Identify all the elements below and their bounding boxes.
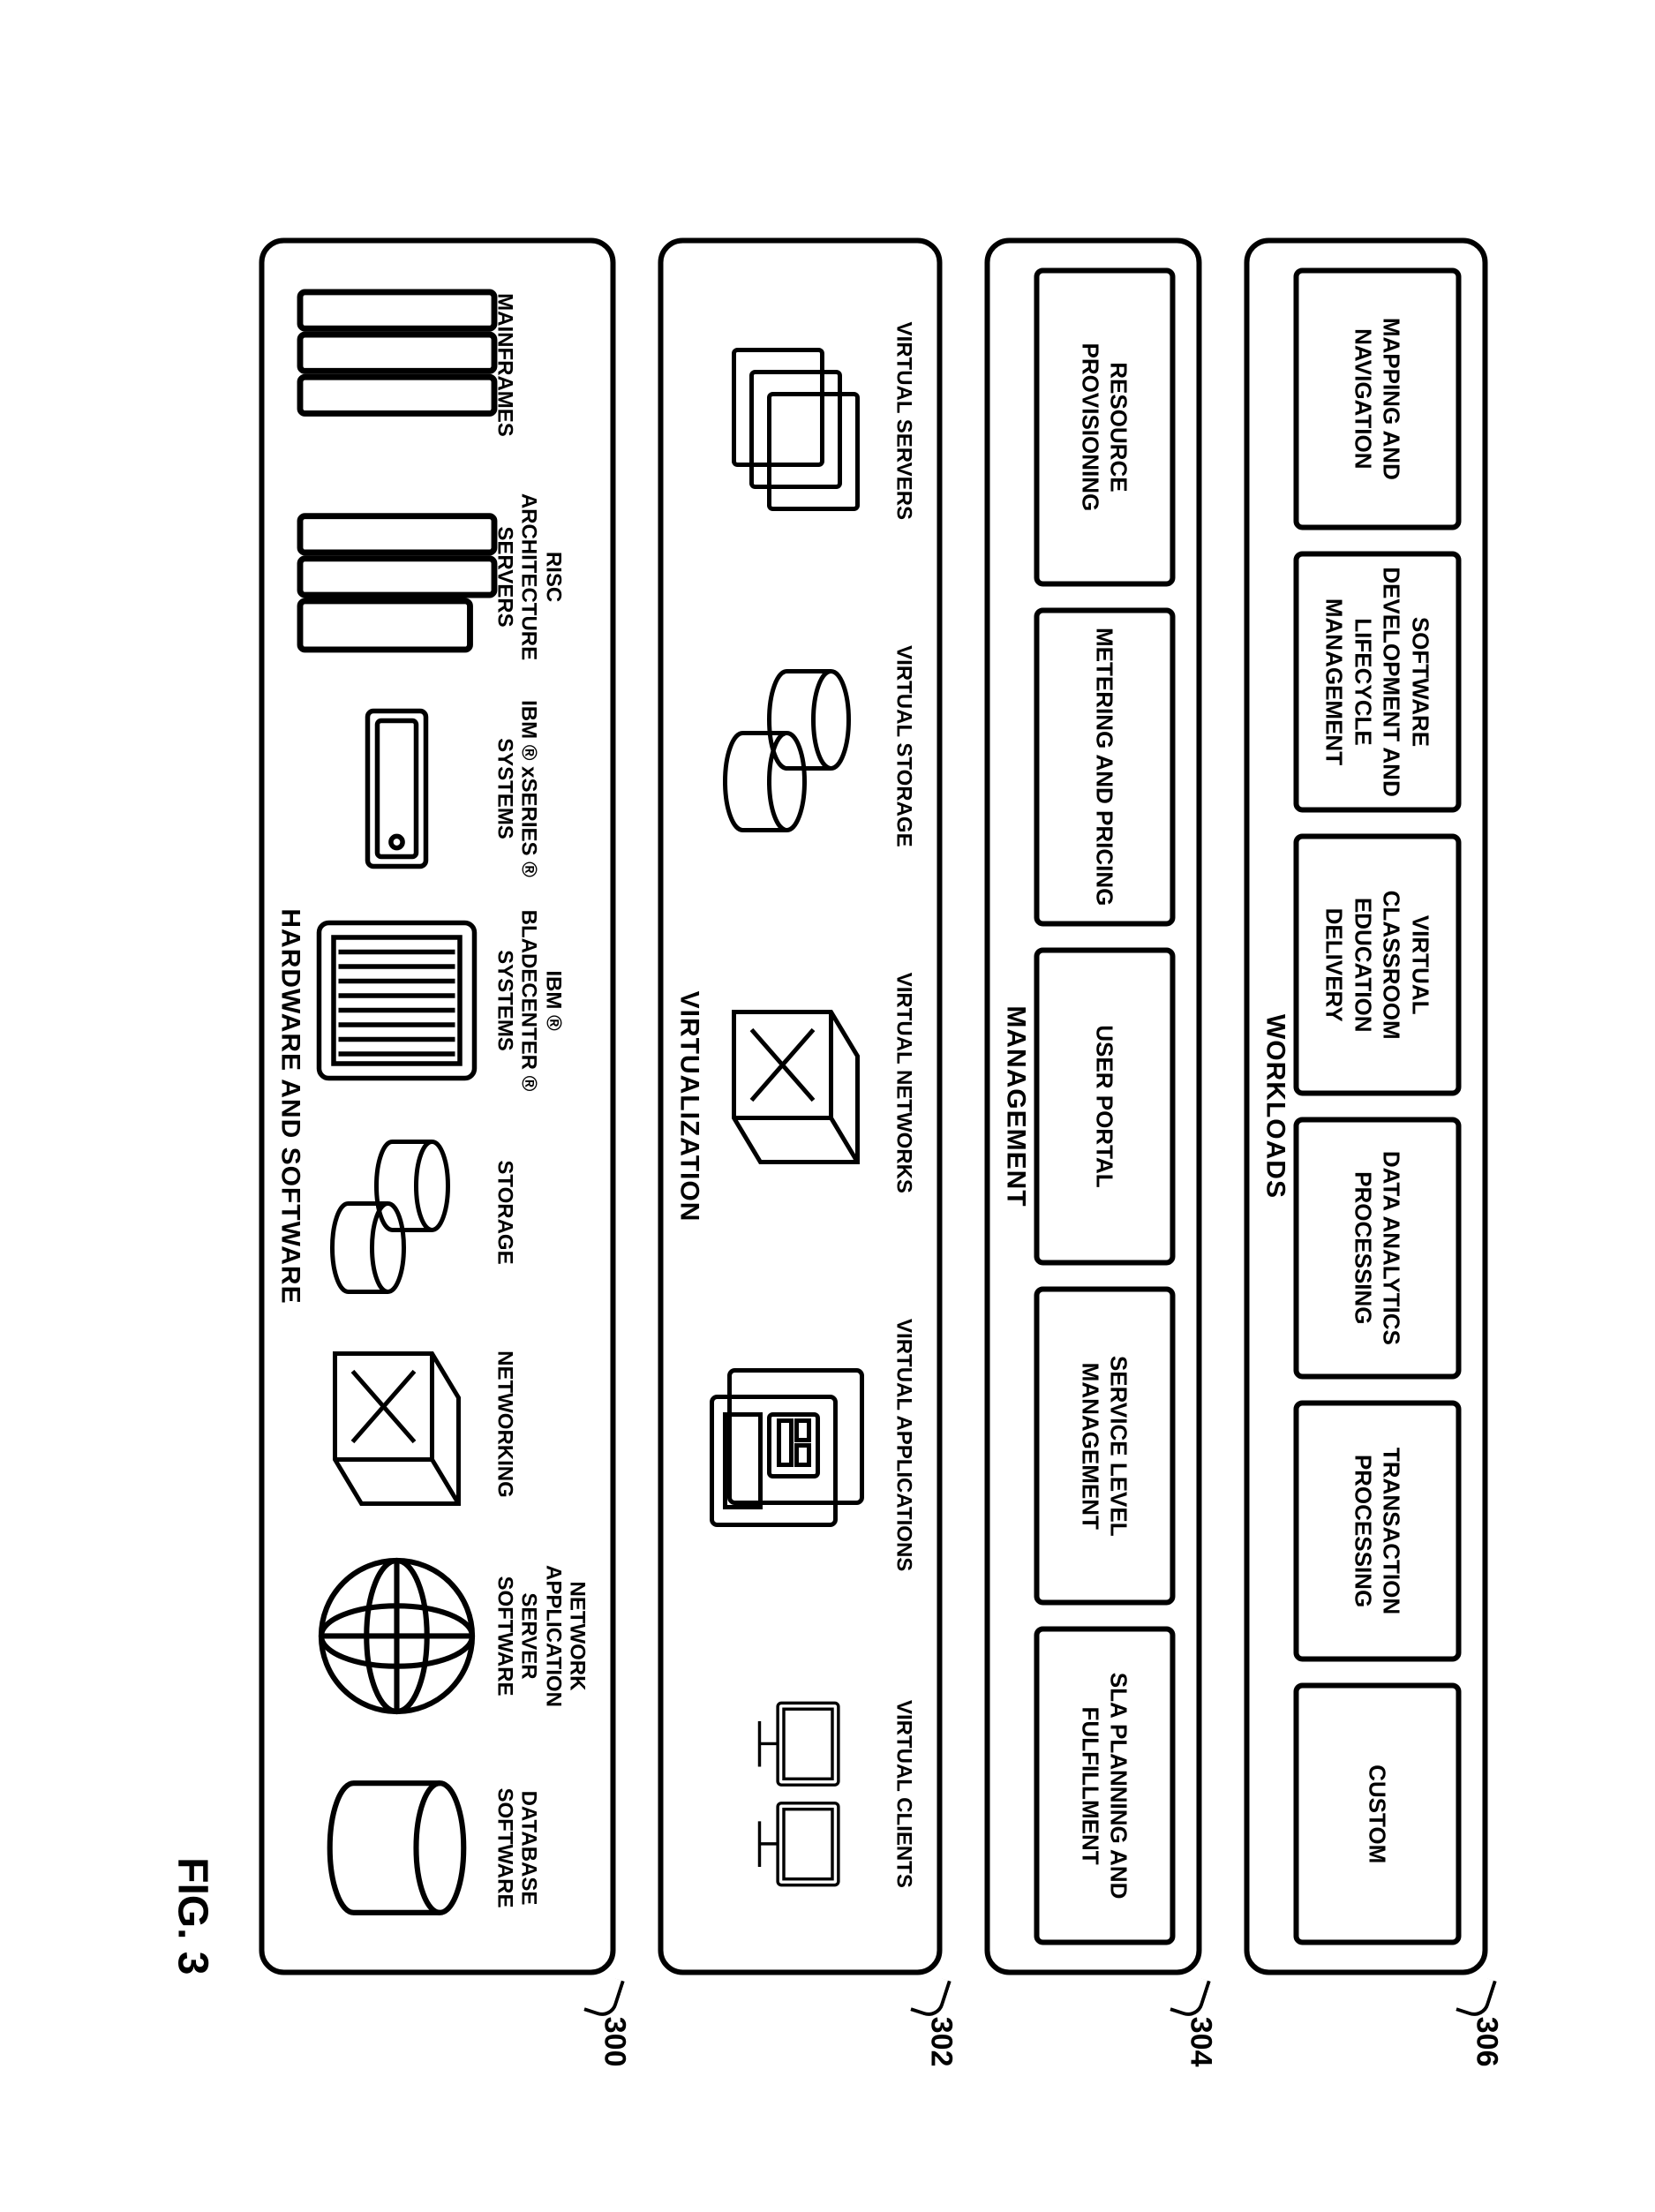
layer-virtualization: 302 VIRTUAL SERVERS VIRTUAL STORAGE (658, 237, 942, 1975)
diagram-page: 306 MAPPING AND NAVIGATION SOFTWARE DEVE… (168, 237, 1487, 1975)
ref-hardware: 300 (597, 2016, 631, 2066)
figure-label: FIG. 3 (168, 237, 216, 1975)
item-virtual-storage: VIRTUAL STORAGE (707, 645, 915, 846)
item-storage: STORAGE (308, 1115, 516, 1309)
label-xseries: IBM ® xSERIES ® SYSTEMS (492, 691, 540, 885)
networks-icon (707, 985, 884, 1179)
label-virtual-clients: VIRTUAL CLIENTS (891, 1699, 915, 1887)
label-virtual-applications: VIRTUAL APPLICATIONS (891, 1319, 915, 1571)
item-database-software: DATABASE SOFTWARE (308, 1750, 540, 1945)
label-virtual-networks: VIRTUAL NETWORKS (891, 972, 915, 1193)
layer-title-management: MANAGEMENT (1000, 267, 1030, 1945)
layer-title-virtualization: VIRTUALIZATION (673, 267, 703, 1945)
box-service-level-mgmt: SERVICE LEVEL MANAGEMENT (1034, 1286, 1175, 1605)
item-xseries: IBM ® xSERIES ® SYSTEMS (308, 691, 540, 885)
item-bladecenter: IBM ® BLADECENTER ® SYSTEMS (308, 903, 565, 1097)
risc-icon (308, 479, 485, 673)
virtualization-items: VIRTUAL SERVERS VIRTUAL STORAGE (707, 267, 915, 1945)
bladecenter-icon (308, 903, 485, 1097)
label-virtual-storage: VIRTUAL STORAGE (891, 645, 915, 846)
item-network-app-server: NETWORK APPLICATION SERVER SOFTWARE (308, 1539, 589, 1733)
xseries-icon (308, 691, 485, 885)
box-user-portal: USER PORTAL (1034, 947, 1175, 1266)
item-mainframes: MAINFRAMES (308, 267, 516, 462)
label-virtual-servers: VIRTUAL SERVERS (891, 321, 915, 520)
ref-management: 304 (1183, 2016, 1217, 2066)
box-resource-provisioning: RESOURCE PROVISIONING (1034, 267, 1175, 586)
box-mapping-navigation: MAPPING AND NAVIGATION (1293, 267, 1461, 530)
label-storage: STORAGE (492, 1160, 516, 1264)
item-virtual-clients: VIRTUAL CLIENTS (707, 1697, 915, 1891)
box-data-analytics: DATA ANALYTICS PROCESSING (1293, 1117, 1461, 1379)
box-sla-planning: SLA PLANNING AND FULFILLMENT (1034, 1626, 1175, 1945)
networking-icon (308, 1327, 485, 1521)
box-software-dev-lifecycle: SOFTWARE DEVELOPMENT AND LIFECYCLE MANAG… (1293, 551, 1461, 813)
item-virtual-networks: VIRTUAL NETWORKS (707, 972, 915, 1193)
item-virtual-servers: VIRTUAL SERVERS (707, 321, 915, 520)
management-boxes: RESOURCE PROVISIONING METERING AND PRICI… (1034, 267, 1175, 1945)
box-virtual-classroom: VIRTUAL CLASSROOM EDUCATION DELIVERY (1293, 833, 1461, 1095)
hw-storage-icon (308, 1115, 485, 1309)
label-database-software: DATABASE SOFTWARE (492, 1750, 540, 1945)
hardware-items: MAINFRAMES RISC ARCHITECTURE SERVERS (308, 267, 589, 1945)
layer-hardware: 300 MAINFRAMES RISC ARCHITECTURE SERVERS (259, 237, 615, 1975)
ref-workloads: 306 (1469, 2016, 1503, 2066)
box-metering-pricing: METERING AND PRICING (1034, 607, 1175, 926)
item-networking: NETWORKING (308, 1327, 516, 1521)
database-icon (308, 1750, 485, 1945)
storage-icon (707, 649, 884, 843)
label-bladecenter: IBM ® BLADECENTER ® SYSTEMS (492, 903, 565, 1097)
layer-management: 304 RESOURCE PROVISIONING METERING AND P… (984, 237, 1201, 1975)
item-virtual-applications: VIRTUAL APPLICATIONS (707, 1319, 915, 1571)
applications-icon (707, 1348, 884, 1542)
box-transaction-processing: TRANSACTION PROCESSING (1293, 1400, 1461, 1662)
clients-icon (707, 1697, 884, 1891)
workloads-boxes: MAPPING AND NAVIGATION SOFTWARE DEVELOPM… (1293, 267, 1461, 1945)
label-networking: NETWORKING (492, 1351, 516, 1498)
box-custom: CUSTOM (1293, 1682, 1461, 1945)
label-network-app-server: NETWORK APPLICATION SERVER SOFTWARE (492, 1539, 589, 1733)
layer-workloads: 306 MAPPING AND NAVIGATION SOFTWARE DEVE… (1244, 237, 1487, 1975)
mainframes-icon (308, 267, 485, 462)
servers-icon (707, 323, 884, 517)
ref-virtualization: 302 (923, 2016, 958, 2066)
globe-icon (308, 1539, 485, 1733)
layer-title-workloads: WORKLOADS (1260, 267, 1290, 1945)
item-risc-servers: RISC ARCHITECTURE SERVERS (308, 479, 565, 673)
